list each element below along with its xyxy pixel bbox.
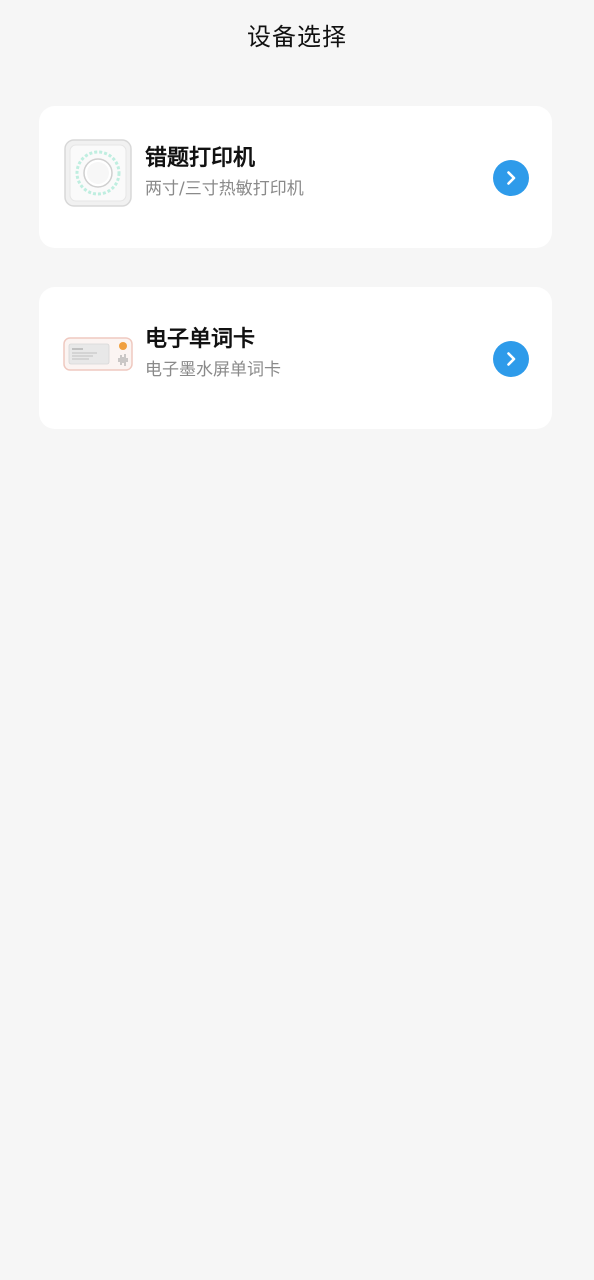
open-printer-button[interactable] [493,160,529,196]
device-subtitle: 两寸/三寸热敏打印机 [145,179,304,199]
open-wordcard-button[interactable] [493,341,529,377]
device-info: 错题打印机 两寸/三寸热敏打印机 [145,144,465,200]
e-ink-word-card-icon [63,337,133,371]
wordcard-thumbnail [63,319,133,389]
header: 设备选择 [0,0,594,68]
device-title: 电子单词卡 [145,327,256,352]
chevron-right-icon [507,352,516,366]
device-card-printer[interactable]: 错题打印机 两寸/三寸热敏打印机 [39,106,552,248]
chevron-right-icon [507,171,516,185]
device-info: 电子单词卡 电子墨水屏单词卡 [145,325,465,381]
printer-thumbnail [63,138,133,208]
device-card-wordcard[interactable]: 电子单词卡 电子墨水屏单词卡 [39,287,552,429]
page-title: 设备选择 [247,22,347,51]
device-subtitle: 电子墨水屏单词卡 [145,360,281,380]
thermal-printer-icon [64,139,132,207]
device-title: 错题打印机 [145,146,256,171]
